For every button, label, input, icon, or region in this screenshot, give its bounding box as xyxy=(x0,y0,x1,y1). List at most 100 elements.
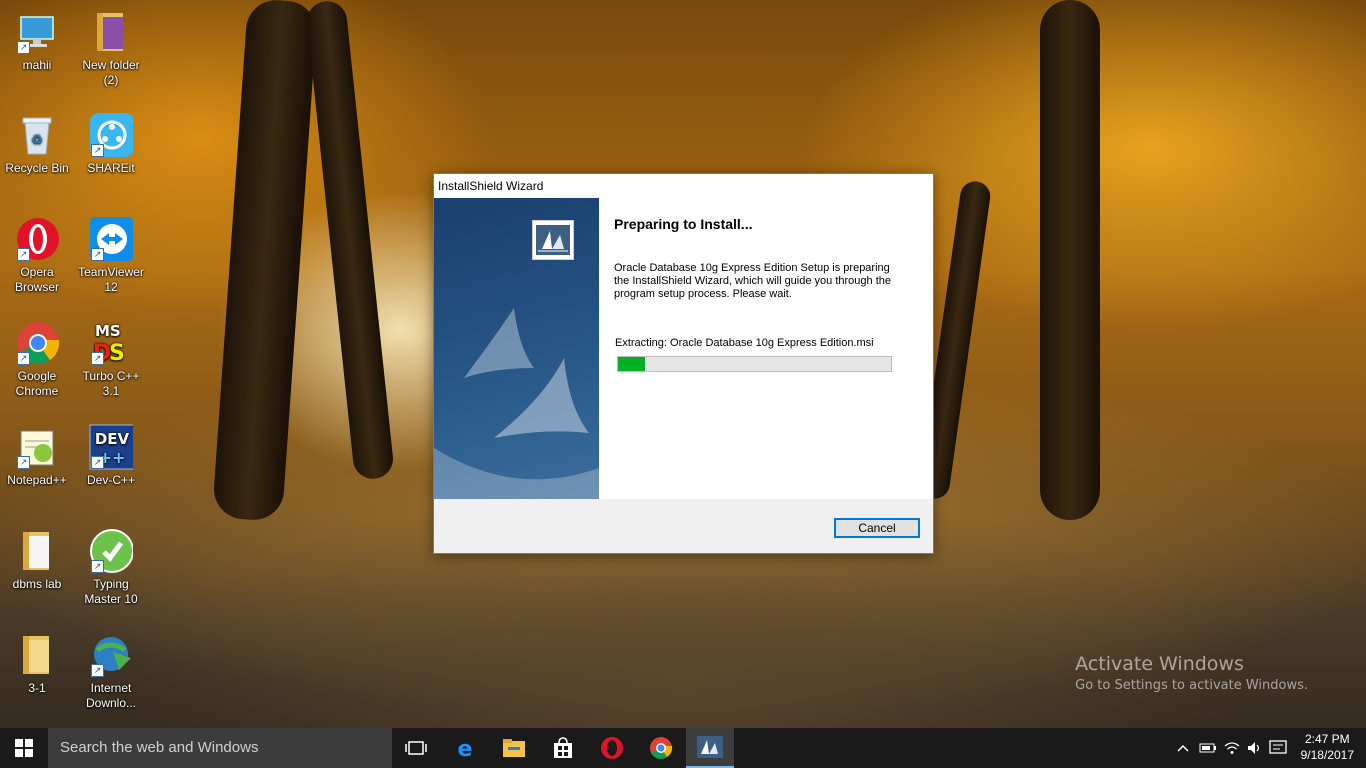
wifi-icon xyxy=(1224,742,1240,754)
desktop-icon-google-chrome[interactable]: ↗ Google Chrome xyxy=(1,321,73,399)
wizard-body: Preparing to Install... Oracle Database … xyxy=(434,198,933,499)
file-explorer-icon xyxy=(503,739,525,757)
shortcut-arrow-icon: ↗ xyxy=(17,456,30,469)
desktop-icon-label: Internet Downlo... xyxy=(85,681,137,710)
taskbar-store[interactable] xyxy=(539,728,587,768)
desktop-icon-teamviewer[interactable]: ↗ TeamViewer 12 xyxy=(75,217,147,295)
window-title: InstallShield Wizard xyxy=(434,174,933,198)
installshield-wizard-window: InstallShield Wizard Preparing to Instal… xyxy=(433,173,934,554)
recycle-bin-icon: ♻ xyxy=(15,113,59,157)
notepad-plus-plus-icon: ↗ xyxy=(15,425,59,469)
clock-time: 2:47 PM xyxy=(1304,732,1350,746)
turbo-cpp-icon: MSDS ↗ xyxy=(89,321,133,366)
opera-icon: ↗ xyxy=(15,217,59,261)
folder-icon xyxy=(89,10,133,54)
task-view-icon xyxy=(405,741,427,755)
desktop-icon-label: mahii xyxy=(22,58,52,72)
search-box[interactable]: Search the web and Windows xyxy=(48,728,392,768)
network-button[interactable] xyxy=(1220,728,1244,768)
dev-cpp-icon: DEV ++ ↗ xyxy=(89,424,133,470)
shortcut-arrow-icon: ↗ xyxy=(91,664,104,677)
activation-watermark: Activate Windows Go to Settings to activ… xyxy=(1075,653,1308,693)
shortcut-arrow-icon: ↗ xyxy=(17,248,30,261)
taskbar-edge[interactable]: e xyxy=(441,728,489,768)
shortcut-arrow-icon: ↗ xyxy=(17,352,30,365)
desktop-icon-label: TeamViewer 12 xyxy=(78,265,144,294)
desktop-icon-dev-cpp[interactable]: DEV ++ ↗ Dev-C++ xyxy=(75,424,147,488)
svg-text:S: S xyxy=(109,341,125,366)
chrome-icon xyxy=(650,737,673,759)
shortcut-arrow-icon: ↗ xyxy=(91,144,104,157)
chevron-up-icon xyxy=(1177,744,1189,752)
desktop-icon-mahii[interactable]: ↗ mahii xyxy=(1,10,73,73)
desktop-icon-dbms-lab[interactable]: dbms lab xyxy=(1,529,73,592)
desktop-icon-label: Turbo C++ 3.1 xyxy=(82,369,140,398)
installshield-icon xyxy=(697,736,723,758)
computer-icon: ↗ xyxy=(15,10,59,54)
shortcut-arrow-icon: ↗ xyxy=(17,41,30,54)
task-view-button[interactable] xyxy=(392,728,440,768)
page-title: Preparing to Install... xyxy=(614,216,753,232)
taskbar-opera[interactable] xyxy=(588,728,636,768)
desktop-icon-new-folder-2[interactable]: New folder (2) xyxy=(75,10,147,88)
shareit-icon: ↗ xyxy=(89,113,133,157)
tree-trunk xyxy=(211,0,319,522)
desktop-icon-shareit[interactable]: ↗ SHAREit xyxy=(75,113,147,176)
desktop-icon-label: Opera Browser xyxy=(14,265,59,294)
desktop-icon-label: Dev-C++ xyxy=(86,473,136,487)
wizard-footer: Cancel xyxy=(434,499,933,553)
watermark-subtitle: Go to Settings to activate Windows. xyxy=(1075,678,1308,693)
show-hidden-icons-button[interactable] xyxy=(1172,728,1194,768)
battery-icon xyxy=(1199,743,1216,753)
desktop-icon-recycle-bin[interactable]: ♻ Recycle Bin xyxy=(1,113,73,176)
cancel-button[interactable]: Cancel xyxy=(834,518,920,538)
description-text: Oracle Database 10g Express Edition Setu… xyxy=(614,262,904,301)
desktop-icon-label: Typing Master 10 xyxy=(84,577,138,606)
description-line: Oracle Database 10g Express Edition Setu… xyxy=(614,262,890,274)
progress-bar-fill xyxy=(618,357,646,371)
internet-download-manager-icon: ↗ xyxy=(89,633,133,677)
clock-date: 9/18/2017 xyxy=(1300,748,1354,762)
keyboard-icon xyxy=(1269,740,1287,754)
status-text: Extracting: Oracle Database 10g Express … xyxy=(615,337,874,349)
language-button[interactable] xyxy=(1266,728,1290,768)
speaker-icon xyxy=(1248,742,1260,754)
volume-button[interactable] xyxy=(1244,728,1266,768)
desktop-icon-label: Google Chrome xyxy=(15,369,59,398)
shortcut-arrow-icon: ↗ xyxy=(91,248,104,261)
desktop-icon-label: dbms lab xyxy=(12,577,62,591)
shortcut-arrow-icon: ↗ xyxy=(91,352,104,365)
taskbar-file-explorer[interactable] xyxy=(490,728,538,768)
desktop-icon-3-1[interactable]: 3-1 xyxy=(1,633,73,696)
desktop-icon-typing-master[interactable]: ↗ Typing Master 10 xyxy=(75,529,147,607)
battery-button[interactable] xyxy=(1196,728,1220,768)
windows-logo-icon xyxy=(15,739,33,757)
description-line: program setup process. Please wait. xyxy=(614,288,792,300)
desktop-icon-label: 3-1 xyxy=(28,681,46,695)
wizard-side-banner xyxy=(434,198,599,499)
teamviewer-icon: ↗ xyxy=(89,217,133,261)
taskbar: Search the web and Windows e 2:47 PM 9/1… xyxy=(0,728,1366,768)
desktop-icon-opera[interactable]: ↗ Opera Browser xyxy=(1,217,73,295)
desktop-icon-label: SHAREit xyxy=(87,161,135,175)
edge-icon: e xyxy=(458,737,473,759)
desktop-icon-turbo-cpp[interactable]: MSDS ↗ Turbo C++ 3.1 xyxy=(75,321,147,399)
description-line: the InstallShield Wizard, which will gui… xyxy=(614,275,891,287)
desktop-icon-notepad-plus-plus[interactable]: ↗ Notepad++ xyxy=(1,425,73,488)
svg-text:e: e xyxy=(458,737,473,759)
store-icon xyxy=(554,737,572,758)
clock[interactable]: 2:47 PM 9/18/2017 xyxy=(1301,731,1354,763)
desktop-icon-label: Recycle Bin xyxy=(5,161,69,175)
desktop-icon-label: New folder (2) xyxy=(82,58,140,87)
svg-text:♻: ♻ xyxy=(31,132,43,147)
taskbar-chrome[interactable] xyxy=(637,728,685,768)
tree-trunk xyxy=(305,0,395,481)
shortcut-arrow-icon: ↗ xyxy=(91,560,104,573)
start-button[interactable] xyxy=(0,728,48,768)
watermark-title: Activate Windows xyxy=(1075,653,1244,675)
folder-icon xyxy=(15,529,59,573)
opera-icon xyxy=(601,737,623,759)
desktop-icon-internet-download-manager[interactable]: ↗ Internet Downlo... xyxy=(75,633,147,711)
chrome-icon: ↗ xyxy=(15,321,59,365)
taskbar-installshield[interactable] xyxy=(686,728,734,768)
